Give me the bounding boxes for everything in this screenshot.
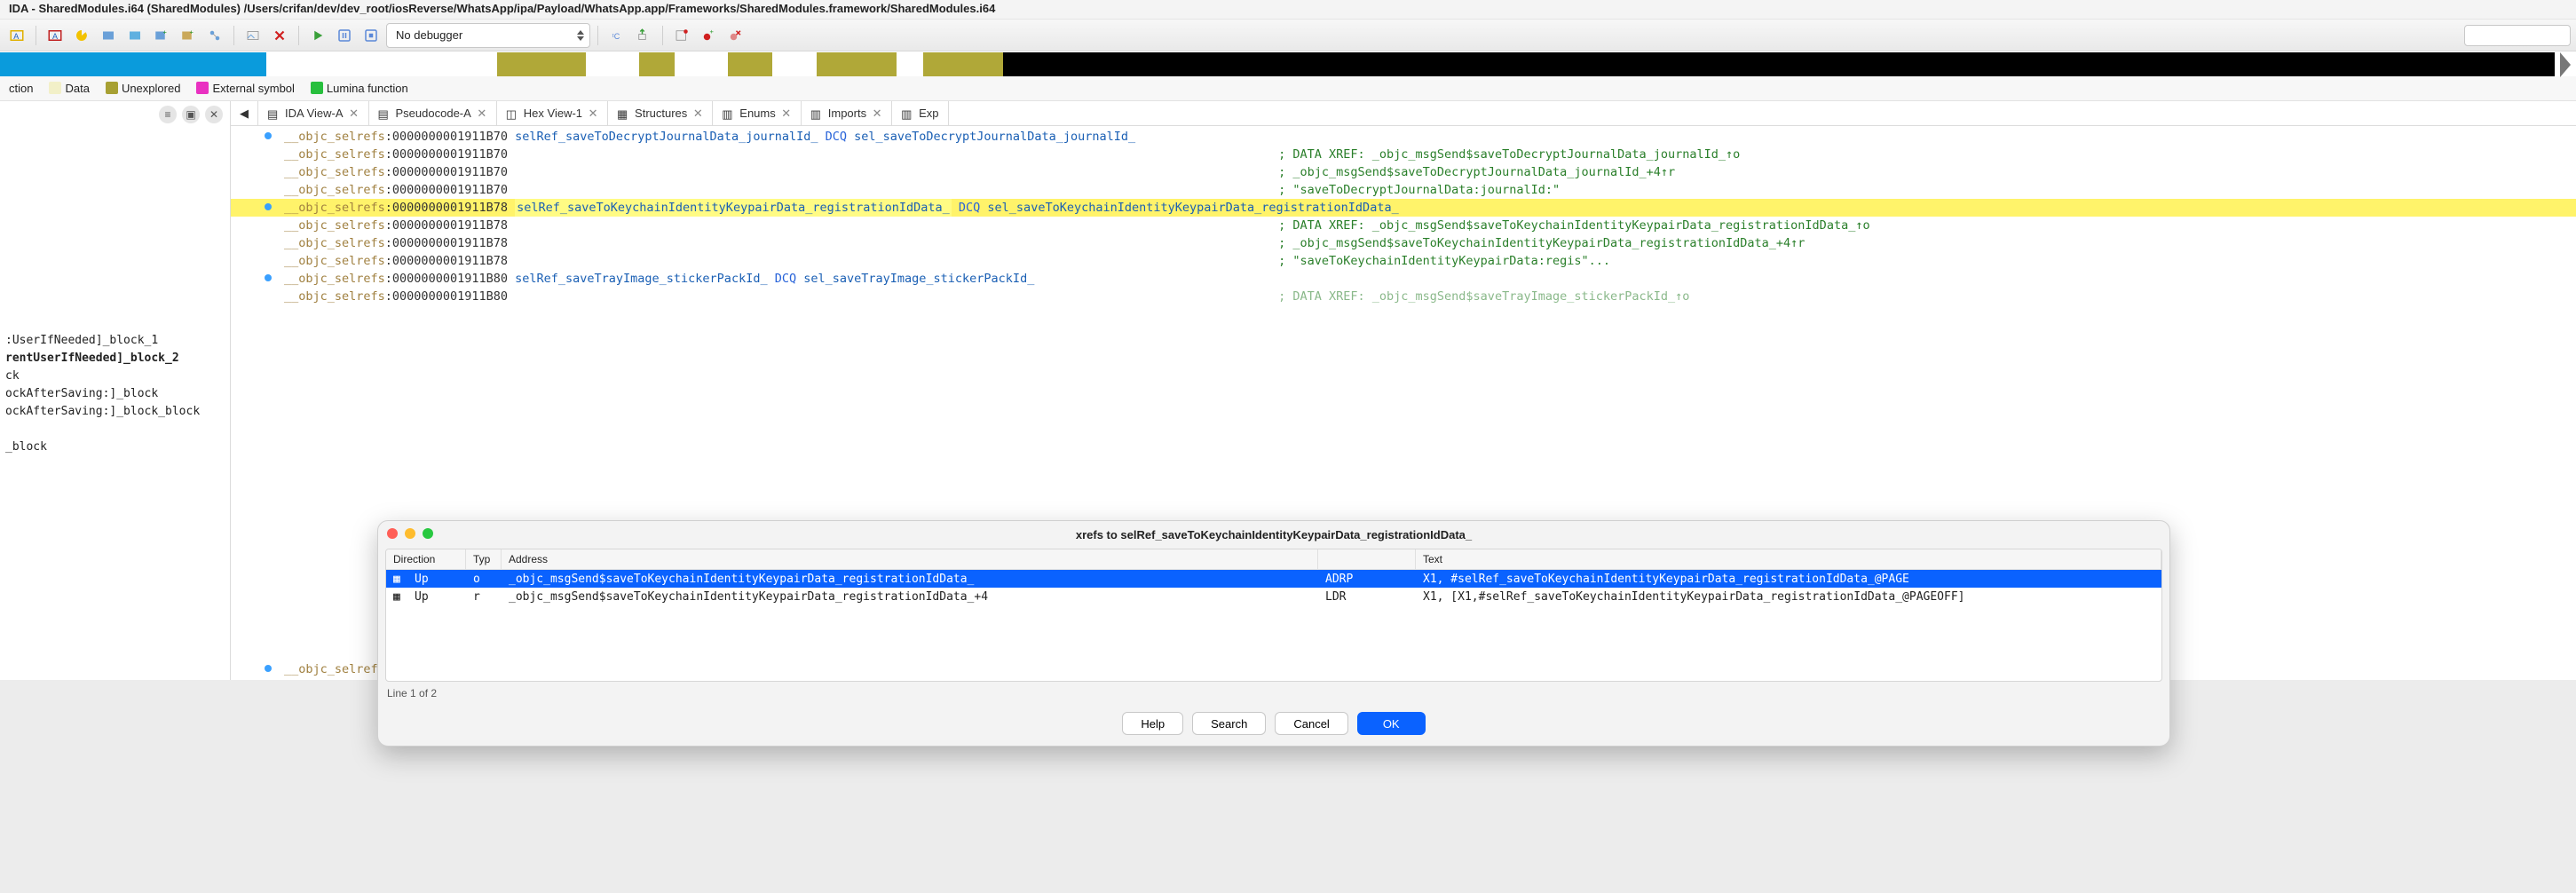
- bp-add-icon[interactable]: +: [697, 24, 720, 47]
- dialog-title: xrefs to selRef_saveToKeychainIdentityKe…: [378, 528, 2169, 549]
- traffic-min-icon[interactable]: [405, 528, 415, 539]
- pane-menu-icon[interactable]: ≡: [159, 106, 177, 123]
- svg-text:+: +: [190, 28, 194, 36]
- tab-imports[interactable]: ▥Imports✕: [802, 101, 892, 125]
- nav-arrow-icon[interactable]: [2560, 52, 2571, 77]
- editor-tabs: ◀ ▤IDA View-A✕ ▤Pseudocode-A✕ ◫Hex View-…: [231, 101, 2576, 126]
- tab-pseudocode[interactable]: ▤Pseudocode-A✕: [369, 101, 497, 125]
- function-list[interactable]: :UserIfNeeded]_block_1 rentUserIfNeeded]…: [0, 332, 230, 456]
- close-icon[interactable]: ✕: [477, 108, 487, 119]
- flow-icon[interactable]: [203, 24, 226, 47]
- legend-item-unexplored: Unexplored: [106, 82, 181, 95]
- debugger-select[interactable]: No debugger: [386, 23, 590, 48]
- struct-plus-icon[interactable]: +: [150, 24, 173, 47]
- enum-icon: ▥: [722, 107, 734, 120]
- svg-text:ᵗC: ᵗC: [612, 31, 620, 40]
- export-icon: ▥: [901, 107, 913, 120]
- type-plus-icon[interactable]: +: [177, 24, 200, 47]
- search-input[interactable]: [2464, 25, 2571, 46]
- legend-item-data: Data: [49, 82, 89, 95]
- xrefs-table[interactable]: Direction Typ Address Text ▦Upo_objc_msg…: [385, 549, 2162, 682]
- main-toolbar: A A + + No debugger ᵗC +: [0, 20, 2576, 51]
- window-title: IDA - SharedModules.i64 (SharedModules) …: [0, 0, 2576, 20]
- bp-list-icon[interactable]: [670, 24, 693, 47]
- list-item[interactable]: ockAfterSaving:]_block: [5, 385, 225, 403]
- close-icon[interactable]: ✕: [349, 108, 360, 119]
- bp-del-icon[interactable]: [723, 24, 747, 47]
- list-item[interactable]: :UserIfNeeded]_block_1: [5, 332, 225, 350]
- search-box[interactable]: [2464, 25, 2571, 46]
- traffic-max-icon[interactable]: [423, 528, 433, 539]
- list-item[interactable]: [5, 421, 225, 439]
- svg-text:A: A: [13, 31, 19, 40]
- doc-icon: ▤: [267, 107, 280, 120]
- tab-enums[interactable]: ▥Enums✕: [713, 101, 801, 125]
- delete-icon[interactable]: [268, 24, 291, 47]
- step-out-icon[interactable]: [632, 24, 655, 47]
- cancel-button[interactable]: Cancel: [1275, 712, 1347, 735]
- traffic-close-icon[interactable]: [387, 528, 398, 539]
- run-icon[interactable]: [306, 24, 329, 47]
- chevron-updown-icon: [577, 30, 584, 41]
- close-icon[interactable]: ✕: [872, 108, 882, 119]
- svg-text:+: +: [163, 28, 168, 36]
- functions-pane: ≡ ▣ ✕ :UserIfNeeded]_block_1 rentUserIfN…: [0, 101, 231, 680]
- import-icon: ▥: [810, 107, 823, 120]
- list-item[interactable]: ockAfterSaving:]_block_block: [5, 403, 225, 421]
- tab-structures[interactable]: ▦Structures✕: [608, 101, 713, 125]
- xrefs-dialog: xrefs to selRef_saveToKeychainIdentityKe…: [377, 520, 2170, 747]
- text-red-icon[interactable]: A: [43, 24, 67, 47]
- list-item[interactable]: rentUserIfNeeded]_block_2: [5, 350, 225, 367]
- table-row[interactable]: ▦Upo_objc_msgSend$saveToKeychainIdentity…: [386, 570, 2161, 588]
- debugger-label: No debugger: [396, 28, 462, 42]
- highlight-icon[interactable]: A: [5, 24, 28, 47]
- ok-button[interactable]: OK: [1357, 712, 1426, 735]
- tab-hexview[interactable]: ◫Hex View-1✕: [497, 101, 608, 125]
- table-row[interactable]: ▦Upr_objc_msgSend$saveToKeychainIdentity…: [386, 588, 2161, 605]
- data-icon[interactable]: [123, 24, 146, 47]
- legend-bar: ction Data Unexplored External symbol Lu…: [0, 76, 2576, 101]
- dialog-status: Line 1 of 2: [378, 682, 2169, 705]
- table-header: Direction Typ Address Text: [386, 549, 2161, 570]
- hex-icon: ◫: [506, 107, 518, 120]
- list-item[interactable]: _block: [5, 439, 225, 456]
- pane-detach-icon[interactable]: ▣: [182, 106, 200, 123]
- pacman-icon[interactable]: [70, 24, 93, 47]
- tab-exports[interactable]: ▥Exp: [892, 101, 948, 125]
- struct-icon: ▦: [617, 107, 629, 120]
- search-button[interactable]: Search: [1192, 712, 1266, 735]
- image-icon[interactable]: [241, 24, 265, 47]
- step-c-icon[interactable]: ᵗC: [605, 24, 628, 47]
- help-button[interactable]: Help: [1122, 712, 1183, 735]
- legend-item-external: External symbol: [196, 82, 294, 95]
- legend-item-function: ction: [9, 82, 33, 95]
- close-icon[interactable]: ✕: [781, 108, 792, 119]
- legend-item-lumina: Lumina function: [311, 82, 408, 95]
- arrow-left-icon[interactable]: ◀: [231, 101, 258, 125]
- close-icon[interactable]: ✕: [588, 108, 598, 119]
- svg-text:A: A: [52, 31, 58, 40]
- code-icon[interactable]: [97, 24, 120, 47]
- pane-close-icon[interactable]: ✕: [205, 106, 223, 123]
- svg-text:+: +: [710, 28, 715, 36]
- tab-ida-view[interactable]: ▤IDA View-A✕: [258, 101, 369, 125]
- close-icon[interactable]: ✕: [692, 108, 703, 119]
- doc-icon: ▤: [378, 107, 391, 120]
- nav-strip[interactable]: [0, 51, 2576, 76]
- stop-icon[interactable]: [360, 24, 383, 47]
- list-item[interactable]: ck: [5, 367, 225, 385]
- pause-icon[interactable]: [333, 24, 356, 47]
